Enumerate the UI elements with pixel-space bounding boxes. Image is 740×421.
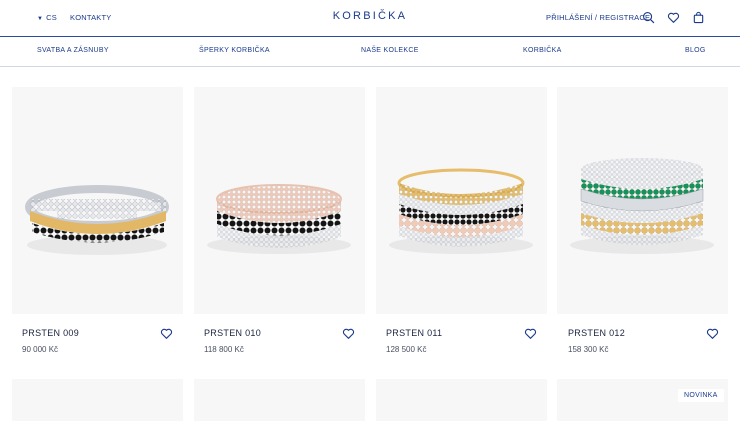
wishlist-heart-icon[interactable]	[160, 327, 173, 340]
product-name[interactable]: PRSTEN 009	[22, 328, 79, 338]
nav-item-blog[interactable]: BLOG	[685, 47, 706, 54]
product-image[interactable]	[376, 379, 547, 421]
wishlist-heart-icon[interactable]	[342, 327, 355, 340]
new-badge: NOVINKA	[678, 389, 724, 402]
nav-divider	[0, 66, 740, 67]
product-image[interactable]	[194, 87, 365, 314]
search-icon[interactable]	[642, 11, 655, 24]
product-image[interactable]	[12, 379, 183, 421]
nav-item-collections[interactable]: NAŠE KOLEKCE	[361, 47, 419, 54]
main-navigation: SVATBA A ZÁSNUBY ŠPERKY KORBIČKA NAŠE KO…	[0, 37, 740, 66]
product-price: 90 000 Kč	[22, 345, 59, 354]
heart-icon[interactable]	[667, 11, 680, 24]
wishlist-heart-icon[interactable]	[524, 327, 537, 340]
wishlist-heart-icon[interactable]	[706, 327, 719, 340]
product-price: 118 800 Kč	[204, 345, 244, 354]
product-image[interactable]	[376, 87, 547, 314]
product-name[interactable]: PRSTEN 012	[568, 328, 625, 338]
product-image[interactable]	[194, 379, 365, 421]
product-price: 158 300 Kč	[568, 345, 609, 354]
nav-item-jewelry[interactable]: ŠPERKY KORBIČKA	[199, 47, 270, 54]
nav-item-korbicka[interactable]: KORBIČKA	[523, 47, 562, 54]
login-register-link[interactable]: PŘIHLÁŠENÍ / REGISTRACE	[546, 13, 650, 22]
top-bar: ▼ CS KONTAKTY KORBIČKA PŘIHLÁŠENÍ / REGIS…	[0, 0, 740, 36]
product-image[interactable]	[557, 87, 728, 314]
nav-item-wedding[interactable]: SVATBA A ZÁSNUBY	[37, 47, 109, 54]
product-name[interactable]: PRSTEN 011	[386, 328, 442, 338]
product-name[interactable]: PRSTEN 010	[204, 328, 261, 338]
product-price: 128 500 Kč	[386, 345, 427, 354]
bag-icon[interactable]	[692, 11, 705, 24]
product-image[interactable]	[12, 87, 183, 314]
